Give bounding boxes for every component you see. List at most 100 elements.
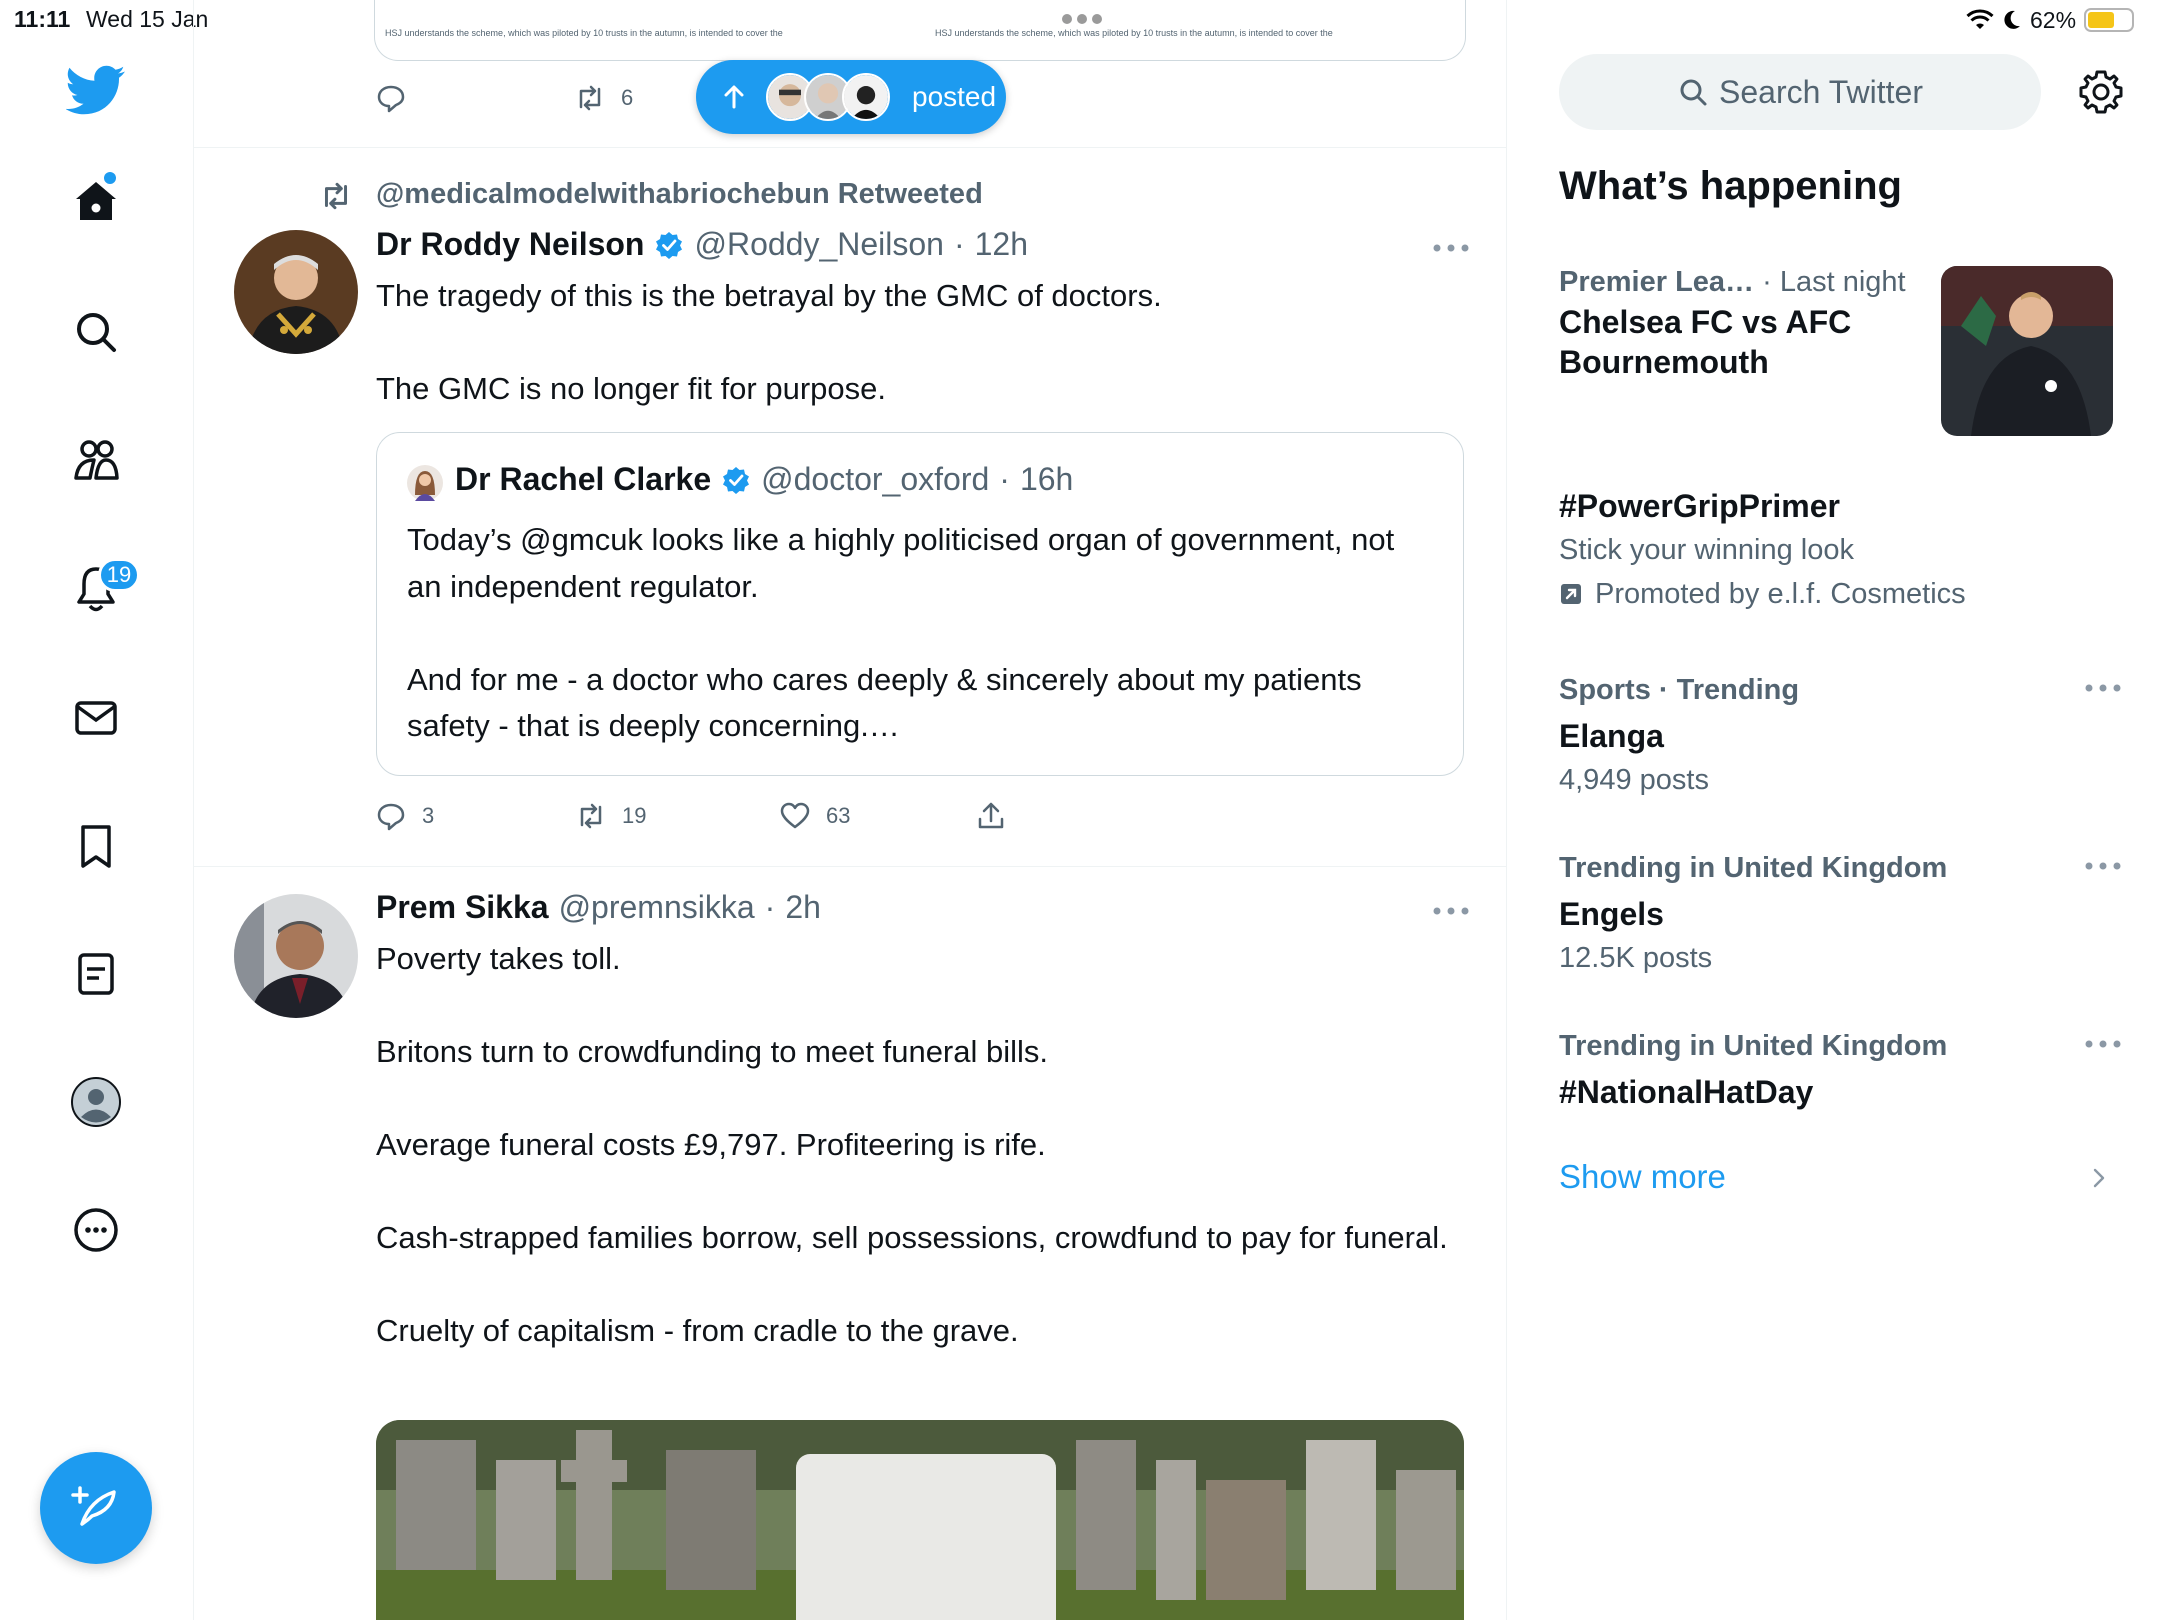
promoted-label: Promoted by e.l.f. Cosmetics (1559, 574, 2119, 614)
quoted-tweet-time: 16h (1019, 461, 1074, 497)
trend-item[interactable]: Trending in United Kingdom #NationalHatD… (1559, 1026, 2119, 1112)
trend-context: Trending in United Kingdom (1559, 1030, 1948, 1062)
trend-name: Chelsea FC vs AFC Bournemouth (1559, 304, 1852, 380)
avatar-prem-sikka[interactable] (234, 894, 358, 1018)
trend-name: Elanga (1559, 718, 1664, 754)
previous-tweet-media-card[interactable]: HSJ understands the scheme, which was pi… (374, 0, 1466, 61)
reply-icon (377, 85, 405, 113)
previous-tweet-actions: 6 (374, 78, 633, 118)
tweet-header: Dr Roddy Neilson @Roddy_Neilson · 12h (376, 226, 1028, 263)
trend-more-icon[interactable] (2083, 682, 2123, 694)
new-posts-pill[interactable]: posted (696, 60, 1006, 134)
media-caption-right: HSJ understands the scheme, which was pi… (935, 28, 1333, 38)
verified-badge-icon (656, 231, 683, 259)
quoted-author-avatar[interactable] (407, 465, 443, 501)
retweet-button[interactable]: 6 (573, 81, 633, 115)
trend-more-icon[interactable] (2083, 860, 2123, 872)
show-more-link[interactable]: Show more (1559, 1158, 1726, 1196)
profile-avatar-icon[interactable] (66, 1072, 126, 1132)
tweet-time[interactable]: 12h (975, 226, 1028, 263)
trend-name: #NationalHatDay (1559, 1074, 1814, 1110)
trend-post-count: 12.5K posts (1559, 942, 1713, 974)
trend-item-promoted[interactable]: #PowerGripPrimer Stick your winning look… (1559, 486, 2119, 614)
tweet-more-icon[interactable] (1431, 242, 1471, 254)
trend-name: #PowerGripPrimer (1559, 488, 1840, 524)
author-handle[interactable]: @Roddy_Neilson (694, 226, 944, 263)
communities-icon[interactable] (66, 430, 126, 490)
verified-badge-icon (723, 466, 750, 494)
retweet-icon (580, 803, 602, 829)
tweet-more-icon[interactable] (1431, 905, 1471, 917)
trend-name: Engels (1559, 896, 1664, 932)
lists-icon[interactable] (66, 944, 126, 1004)
reply-button[interactable]: 3 (374, 799, 574, 833)
dot-separator: · (764, 889, 776, 925)
home-icon[interactable] (66, 172, 126, 232)
quoted-author-name: Dr Rachel Clarke (455, 461, 712, 497)
like-button[interactable]: 63 (778, 799, 974, 833)
avatar-roddy-neilson[interactable] (234, 230, 358, 354)
pill-avatar-3 (842, 73, 890, 121)
reply-button[interactable] (374, 81, 408, 115)
media-caption-left: HSJ understands the scheme, which was pi… (385, 28, 783, 38)
reply-count: 3 (422, 803, 435, 828)
timeline: HSJ understands the scheme, which was pi… (194, 0, 1507, 1620)
retweet-button[interactable]: 19 (574, 799, 778, 833)
search-placeholder: Search Twitter (1719, 73, 1923, 110)
more-options-icon[interactable] (66, 1200, 126, 1260)
quoted-tweet-header: Dr Rachel Clarke @doctor_oxford · 16h (455, 461, 1073, 498)
trend-post-count: 4,949 posts (1559, 764, 1709, 796)
share-icon (978, 802, 1004, 829)
author-name[interactable]: Prem Sikka (376, 889, 549, 926)
divider (194, 147, 1506, 148)
trend-subtitle: Stick your winning look (1559, 534, 1854, 566)
quoted-tweet-text: Today’s @gmcuk looks like a highly polit… (407, 522, 1395, 743)
trend-context: Sports · Trending (1559, 674, 1800, 706)
compose-feather-icon (71, 1486, 116, 1526)
reply-icon (377, 803, 405, 831)
author-name[interactable]: Dr Roddy Neilson (376, 226, 644, 263)
dot-separator: · (999, 461, 1010, 497)
chevron-right-icon[interactable] (2087, 1166, 2111, 1190)
whats-happening-title: What’s happening (1559, 164, 1902, 208)
tweet-time[interactable]: 2h (785, 889, 821, 926)
divider (194, 866, 1506, 867)
retweet-count: 6 (621, 85, 634, 110)
retweet-count: 19 (622, 803, 647, 828)
search-icon (1680, 79, 1707, 106)
explore-search-icon[interactable] (66, 302, 126, 362)
quoted-tweet[interactable]: Dr Rachel Clarke @doctor_oxford · 16h To… (376, 432, 1464, 776)
retweet-icon (579, 85, 601, 111)
trend-context: Trending in United Kingdom (1559, 852, 1948, 884)
tweet-actions: 3 19 63 (374, 796, 1008, 836)
heart-icon (780, 802, 810, 829)
retweeted-by-label[interactable]: @medicalmodelwithabriochebun Retweeted (376, 178, 983, 211)
settings-gear-icon[interactable] (2077, 68, 2125, 116)
author-handle[interactable]: @premnsikka (559, 889, 755, 926)
left-navigation: 19 (0, 0, 194, 1620)
right-sidebar: Search Twitter What’s happening Premier … (1507, 0, 2160, 1620)
retweeted-icon (324, 182, 348, 210)
new-posts-label: posted (912, 81, 997, 112)
dot-separator: · (953, 226, 965, 262)
messages-envelope-icon[interactable] (66, 688, 126, 748)
notifications-badge: 19 (98, 558, 140, 592)
trend-item[interactable]: Sports · Trending Elanga 4,949 posts (1559, 670, 2119, 804)
tweet-text: The tragedy of this is the betrayal by t… (376, 278, 1162, 406)
tweet-image-graveyard[interactable] (376, 1420, 1464, 1620)
promoted-icon (1561, 584, 1581, 604)
compose-tweet-button[interactable] (40, 1452, 152, 1564)
quoted-author-handle: @doctor_oxford (761, 461, 990, 497)
arrow-up-icon (724, 85, 744, 109)
trend-thumbnail-image[interactable] (1941, 266, 2113, 436)
share-button[interactable] (974, 799, 1008, 833)
home-unread-dot (104, 172, 116, 184)
tweet-header: Prem Sikka @premnsikka · 2h (376, 889, 821, 926)
trend-more-icon[interactable] (2083, 1038, 2123, 1050)
search-input[interactable]: Search Twitter (1559, 54, 2041, 130)
twitter-logo-icon[interactable] (66, 60, 126, 120)
like-count: 63 (826, 803, 851, 828)
bookmarks-icon[interactable] (66, 816, 126, 876)
tweet-text: Poverty takes toll. Britons turn to crow… (376, 941, 1448, 1348)
trend-item[interactable]: Trending in United Kingdom Engels 12.5K … (1559, 848, 2119, 982)
